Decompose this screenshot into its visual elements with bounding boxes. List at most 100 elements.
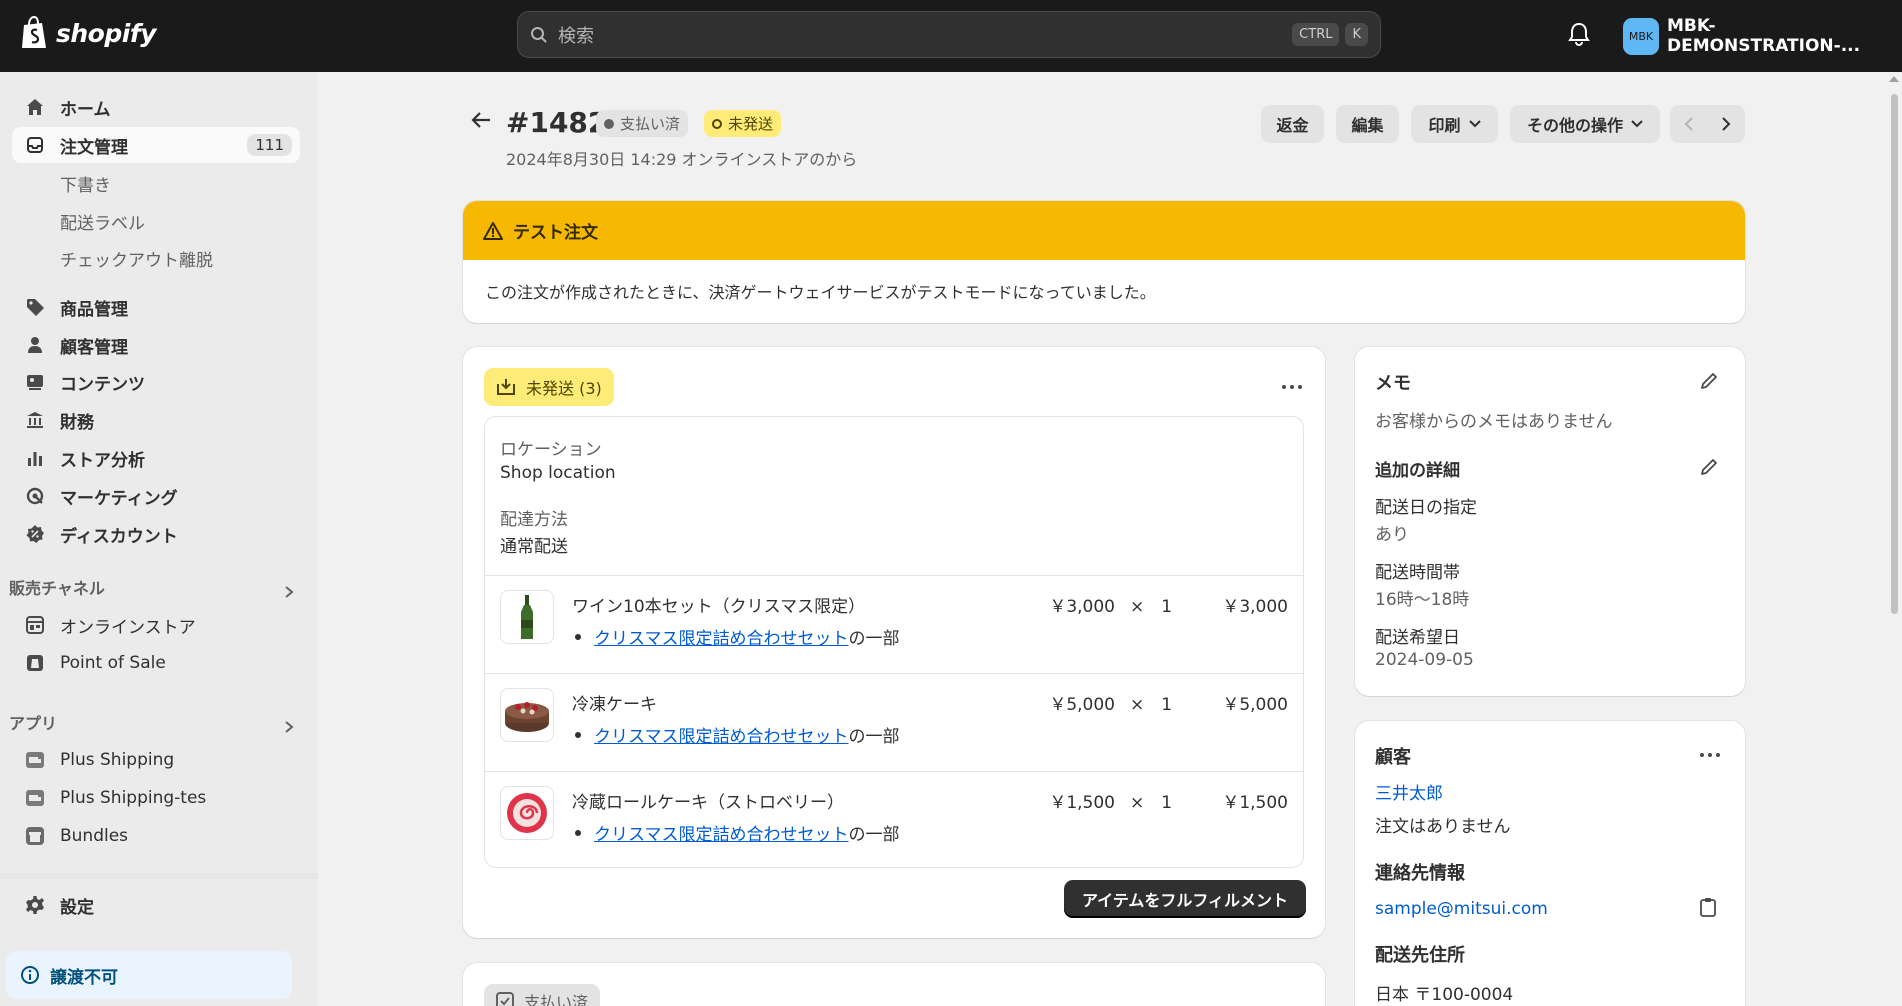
bundle-link[interactable]: クリスマス限定詰め合わせセット <box>594 624 849 649</box>
more-options-icon[interactable] <box>1282 385 1302 389</box>
bundles-app-icon <box>24 825 46 847</box>
sidebar-item-label: 設定 <box>60 897 94 918</box>
apps-heading[interactable]: アプリ <box>9 709 299 735</box>
sidebar-item-label: Plus Shipping-tes <box>60 788 207 808</box>
chevron-right-icon[interactable] <box>1721 117 1731 131</box>
logo-text: shopify <box>56 18 157 48</box>
warning-icon <box>483 221 503 240</box>
sidebar-item-drafts[interactable]: 下書き <box>12 165 300 201</box>
sidebar-item-products[interactable]: 商品管理 <box>12 289 300 325</box>
apps-label: アプリ <box>9 714 58 733</box>
orders-count-badge: 111 <box>247 134 292 156</box>
sidebar-item-discounts[interactable]: ディスカウント <box>12 516 300 552</box>
payment-status-label: 支払い済 <box>620 115 681 133</box>
sidebar-item-marketing[interactable]: マーケティング <box>12 478 300 514</box>
sidebar-item-plus-shipping[interactable]: Plus Shipping <box>12 742 300 778</box>
location-value: Shop location <box>500 463 616 483</box>
shopify-logo[interactable]: shopify <box>20 16 157 50</box>
store-icon <box>24 614 46 636</box>
bullet-icon <box>575 633 581 640</box>
sidebar-item-label: Point of Sale <box>60 653 166 673</box>
scroll-thumb[interactable] <box>1891 94 1898 614</box>
more-options-icon[interactable] <box>1700 753 1720 757</box>
discount-icon <box>24 523 46 545</box>
unfulfilled-card: 未発送 (3) ロケーション Shop location 配達方法 通常配送 ワ… <box>463 347 1325 938</box>
sidebar-item-orders[interactable]: 注文管理 111 <box>12 127 300 163</box>
product-line-total: ￥1,500 <box>1222 793 1288 813</box>
avatar: MBK <box>1623 17 1659 55</box>
edit-button[interactable]: 編集 <box>1336 105 1399 143</box>
pencil-icon[interactable] <box>1699 457 1719 477</box>
account-menu[interactable]: MBK MBK-DEMONSTRATION-... <box>1623 16 1902 56</box>
sidebar-item-point-of-sale[interactable]: Point of Sale <box>12 645 300 681</box>
divider <box>485 575 1303 576</box>
gear-icon <box>24 894 46 916</box>
back-button[interactable] <box>470 110 492 135</box>
product-quantity: × 1 <box>1130 695 1173 715</box>
memo-body: お客様からのメモはありません <box>1375 412 1613 432</box>
chevron-left-icon[interactable] <box>1684 117 1694 131</box>
more-actions-button[interactable]: その他の操作 <box>1510 105 1660 143</box>
scroll-up-icon[interactable] <box>1889 76 1899 82</box>
account-name: MBK-DEMONSTRATION-... <box>1666 16 1861 56</box>
fulfillment-details: ロケーション Shop location 配達方法 通常配送 ワイン10本セット… <box>484 416 1304 868</box>
sidebar-item-label: 顧客管理 <box>60 337 128 358</box>
bundle-link[interactable]: クリスマス限定詰め合わせセット <box>594 820 849 845</box>
detail-value: 16時〜18時 <box>1375 590 1470 610</box>
non-transferable-banner[interactable]: 譲渡不可 <box>6 951 292 999</box>
non-transferable-label: 譲渡不可 <box>50 967 118 988</box>
sidebar-item-content[interactable]: コンテンツ <box>12 364 300 400</box>
sidebar-item-home[interactable]: ホーム <box>12 89 300 125</box>
fulfillment-status-badge: 未発送 <box>704 110 782 137</box>
bundle-suffix: の一部 <box>848 629 900 649</box>
sidebar-item-label: チェックアウト離脱 <box>60 250 213 271</box>
product-thumbnail-roll-cake[interactable] <box>500 786 554 840</box>
scrollbar[interactable] <box>1886 72 1902 1006</box>
sidebar-item-shipping-labels[interactable]: 配送ラベル <box>12 203 300 239</box>
shortcut-key-k: K <box>1345 23 1368 46</box>
info-icon <box>21 966 39 984</box>
top-bar: shopify 検索 CTRL K MBK MBK-DEMONSTRATION-… <box>0 0 1902 72</box>
search-bar[interactable]: 検索 CTRL K <box>517 11 1381 58</box>
sidebar-item-plus-shipping-tes[interactable]: Plus Shipping-tes <box>12 780 300 816</box>
chevron-right-icon <box>285 721 294 733</box>
chevron-right-icon <box>285 586 294 598</box>
page-title: #1482 <box>506 106 608 139</box>
product-thumbnail-cake[interactable] <box>500 688 554 742</box>
plus-shipping-app-icon <box>24 749 46 771</box>
chocolate-cake-icon <box>505 702 549 732</box>
content-icon <box>24 371 46 393</box>
fulfill-items-button[interactable]: アイテムをフルフィルメント <box>1064 880 1306 918</box>
detail-label: 配送時間帯 <box>1375 563 1460 583</box>
sidebar-item-bundles[interactable]: Bundles <box>12 818 300 854</box>
sidebar-item-label: 商品管理 <box>60 299 128 320</box>
product-quantity: × 1 <box>1130 793 1173 813</box>
clipboard-icon[interactable] <box>1699 897 1717 917</box>
home-icon <box>24 96 46 118</box>
sales-channels-heading[interactable]: 販売チャネル <box>9 574 299 600</box>
sidebar-item-label: コンテンツ <box>60 374 145 395</box>
sidebar-item-customers[interactable]: 顧客管理 <box>12 327 300 363</box>
sidebar-item-label: ディスカウント <box>60 526 178 547</box>
customer-email-link[interactable]: sample@mitsui.com <box>1375 899 1548 919</box>
detail-label: 配送日の指定 <box>1375 498 1477 518</box>
bundle-link[interactable]: クリスマス限定詰め合わせセット <box>594 722 849 747</box>
print-button[interactable]: 印刷 <box>1411 105 1498 143</box>
sidebar-item-analytics[interactable]: ストア分析 <box>12 440 300 476</box>
bell-icon <box>1568 22 1590 47</box>
customer-title: 顧客 <box>1375 747 1411 768</box>
bullet-icon <box>575 829 581 836</box>
product-thumbnail-wine[interactable] <box>500 590 554 644</box>
product-line-total: ￥3,000 <box>1222 597 1288 617</box>
product-line-total: ￥5,000 <box>1222 695 1288 715</box>
paid-badge: 支払い済 <box>484 984 601 1006</box>
refund-button[interactable]: 返金 <box>1261 105 1324 143</box>
pencil-icon[interactable] <box>1699 371 1719 391</box>
customer-name-link[interactable]: 三井太郎 <box>1375 779 1443 804</box>
sidebar-item-settings[interactable]: 設定 <box>12 887 300 923</box>
sidebar-item-finance[interactable]: 財務 <box>12 402 300 438</box>
sidebar-item-abandoned-checkouts[interactable]: チェックアウト離脱 <box>12 240 300 276</box>
arrow-left-icon <box>471 112 490 128</box>
sidebar-item-online-store[interactable]: オンラインストア <box>12 607 300 643</box>
notifications-button[interactable] <box>1568 22 1590 51</box>
